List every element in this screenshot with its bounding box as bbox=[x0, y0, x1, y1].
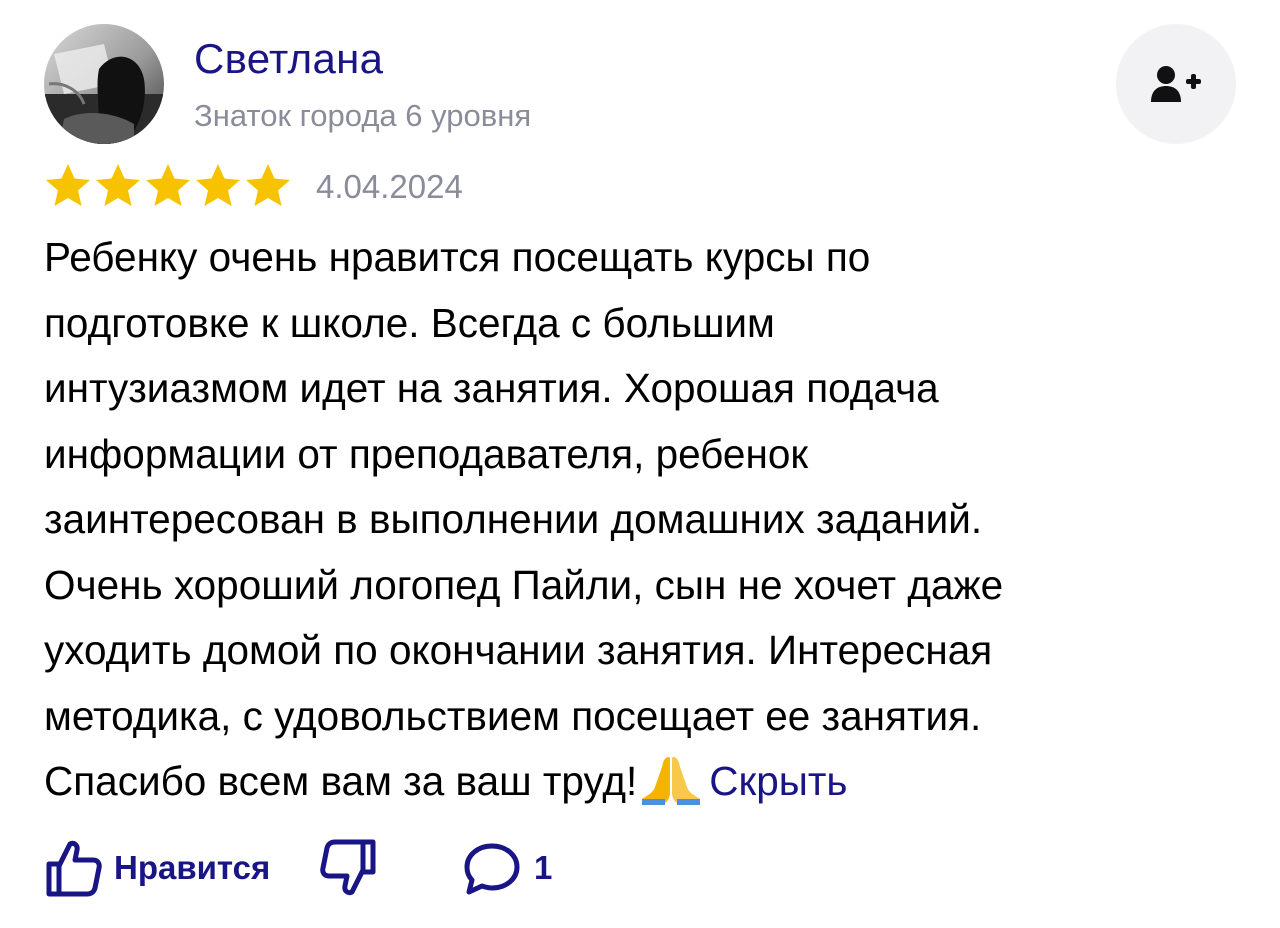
comments-button[interactable]: 1 bbox=[462, 834, 552, 902]
subscribe-button[interactable] bbox=[1116, 24, 1236, 144]
rating-stars bbox=[44, 162, 292, 210]
review-line: методика, с удовольствием посещает ее за… bbox=[44, 692, 982, 739]
review-date: 4.04.2024 bbox=[316, 168, 463, 205]
review-card: Светлана Знаток города 6 уровня 4.04.202… bbox=[0, 0, 1280, 928]
star-icon bbox=[96, 164, 140, 206]
thumbs-up-icon bbox=[46, 840, 102, 897]
author-name[interactable]: Светлана bbox=[194, 34, 383, 84]
review-last-line: Спасибо всем вам за ваш труд! Скрыть bbox=[44, 749, 1244, 815]
star-icon bbox=[46, 164, 90, 206]
star-icon bbox=[196, 164, 240, 206]
review-text: Ребенку очень нравится посещать курсы по… bbox=[44, 225, 1244, 815]
comments-count: 1 bbox=[534, 849, 553, 886]
review-line: Спасибо всем вам за ваш труд! bbox=[44, 758, 638, 804]
star-icon bbox=[146, 164, 190, 206]
comment-icon bbox=[464, 843, 520, 895]
like-label: Нравится bbox=[114, 849, 271, 886]
dislike-button[interactable] bbox=[320, 834, 378, 902]
avatar-photo bbox=[44, 24, 164, 144]
hide-link[interactable]: Скрыть bbox=[709, 758, 847, 804]
add-user-icon bbox=[1151, 66, 1201, 102]
like-button[interactable]: Нравится bbox=[44, 834, 270, 902]
star-icon bbox=[246, 164, 290, 206]
folded-hands-emoji bbox=[642, 757, 701, 805]
thumbs-down-icon bbox=[320, 839, 376, 896]
review-line: уходить домой по окончании занятия. Инте… bbox=[44, 627, 993, 673]
avatar[interactable] bbox=[44, 24, 164, 144]
review-line: Очень хороший логопед Пайли, сын не хоче… bbox=[44, 561, 1004, 608]
review-line: Ребенку очень нравится посещать курсы по bbox=[44, 234, 871, 280]
author-level: Знаток города 6 уровня bbox=[194, 98, 532, 133]
review-line: подготовке к школе. Всегда с большим bbox=[44, 299, 775, 346]
review-line: заинтересован в выполнении домашних зада… bbox=[44, 496, 983, 542]
review-line: интузиазмом идет на занятия. Хорошая под… bbox=[44, 365, 939, 411]
review-line: информации от преподавателя, ребенок bbox=[44, 430, 809, 477]
